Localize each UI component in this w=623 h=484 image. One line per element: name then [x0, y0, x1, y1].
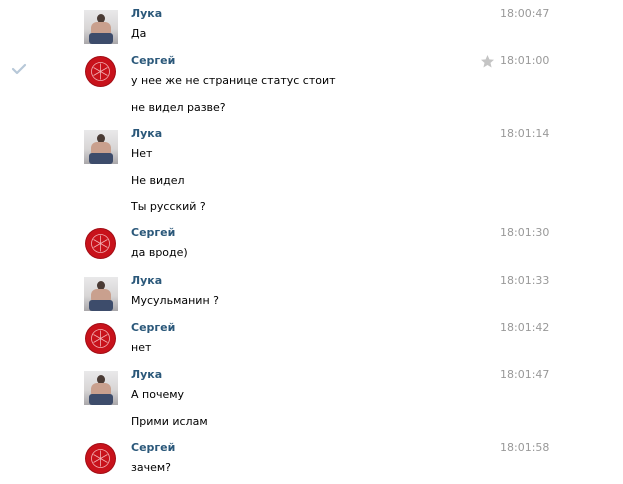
- star-icon[interactable]: [480, 54, 495, 69]
- message-time[interactable]: 18:00:47: [500, 7, 549, 20]
- message-time[interactable]: 18:01:14: [500, 127, 549, 140]
- avatar-figure-legs: [89, 300, 113, 311]
- message-text: Прими ислам: [131, 415, 208, 428]
- message-time[interactable]: 18:01:58: [500, 441, 549, 454]
- message-author[interactable]: Сергей: [131, 441, 175, 454]
- user-avatar-photo[interactable]: [84, 10, 118, 44]
- avatar-figure-legs: [89, 394, 113, 405]
- logo-emblem-icon: [91, 329, 110, 348]
- message-time[interactable]: 18:01:47: [500, 368, 549, 381]
- user-avatar-photo[interactable]: [84, 130, 118, 164]
- user-avatar-photo[interactable]: [84, 277, 118, 311]
- message-text: Ты русский ?: [131, 200, 206, 213]
- user-avatar-logo[interactable]: [86, 444, 115, 473]
- user-avatar-logo[interactable]: [86, 57, 115, 86]
- user-avatar-logo[interactable]: [86, 324, 115, 353]
- message-author[interactable]: Сергей: [131, 226, 175, 239]
- message-author[interactable]: Лука: [131, 274, 162, 287]
- message-text: у нее же не странице статус стоит: [131, 74, 336, 87]
- message-text: не видел разве?: [131, 101, 226, 114]
- checkmark-icon[interactable]: [11, 63, 27, 75]
- message-text: Не видел: [131, 174, 185, 187]
- message-time[interactable]: 18:01:33: [500, 274, 549, 287]
- user-avatar-photo[interactable]: [84, 371, 118, 405]
- logo-emblem-icon: [91, 62, 110, 81]
- avatar-figure-legs: [89, 153, 113, 164]
- message-time[interactable]: 18:01:30: [500, 226, 549, 239]
- message-time[interactable]: 18:01:00: [500, 54, 549, 67]
- message-author[interactable]: Лука: [131, 127, 162, 140]
- message-text: Нет: [131, 147, 153, 160]
- avatar-figure-legs: [89, 33, 113, 44]
- message-text: Да: [131, 27, 147, 40]
- message-author[interactable]: Лука: [131, 368, 162, 381]
- logo-emblem-icon: [91, 449, 110, 468]
- message-author[interactable]: Сергей: [131, 321, 175, 334]
- message-time[interactable]: 18:01:42: [500, 321, 549, 334]
- message-text: зачем?: [131, 461, 171, 474]
- message-text: А почему: [131, 388, 185, 401]
- message-text: да вроде): [131, 246, 188, 259]
- user-avatar-logo[interactable]: [86, 229, 115, 258]
- message-text: Мусульманин ?: [131, 294, 219, 307]
- message-author[interactable]: Сергей: [131, 54, 175, 67]
- message-author[interactable]: Лука: [131, 7, 162, 20]
- logo-emblem-icon: [91, 234, 110, 253]
- message-text: нет: [131, 341, 152, 354]
